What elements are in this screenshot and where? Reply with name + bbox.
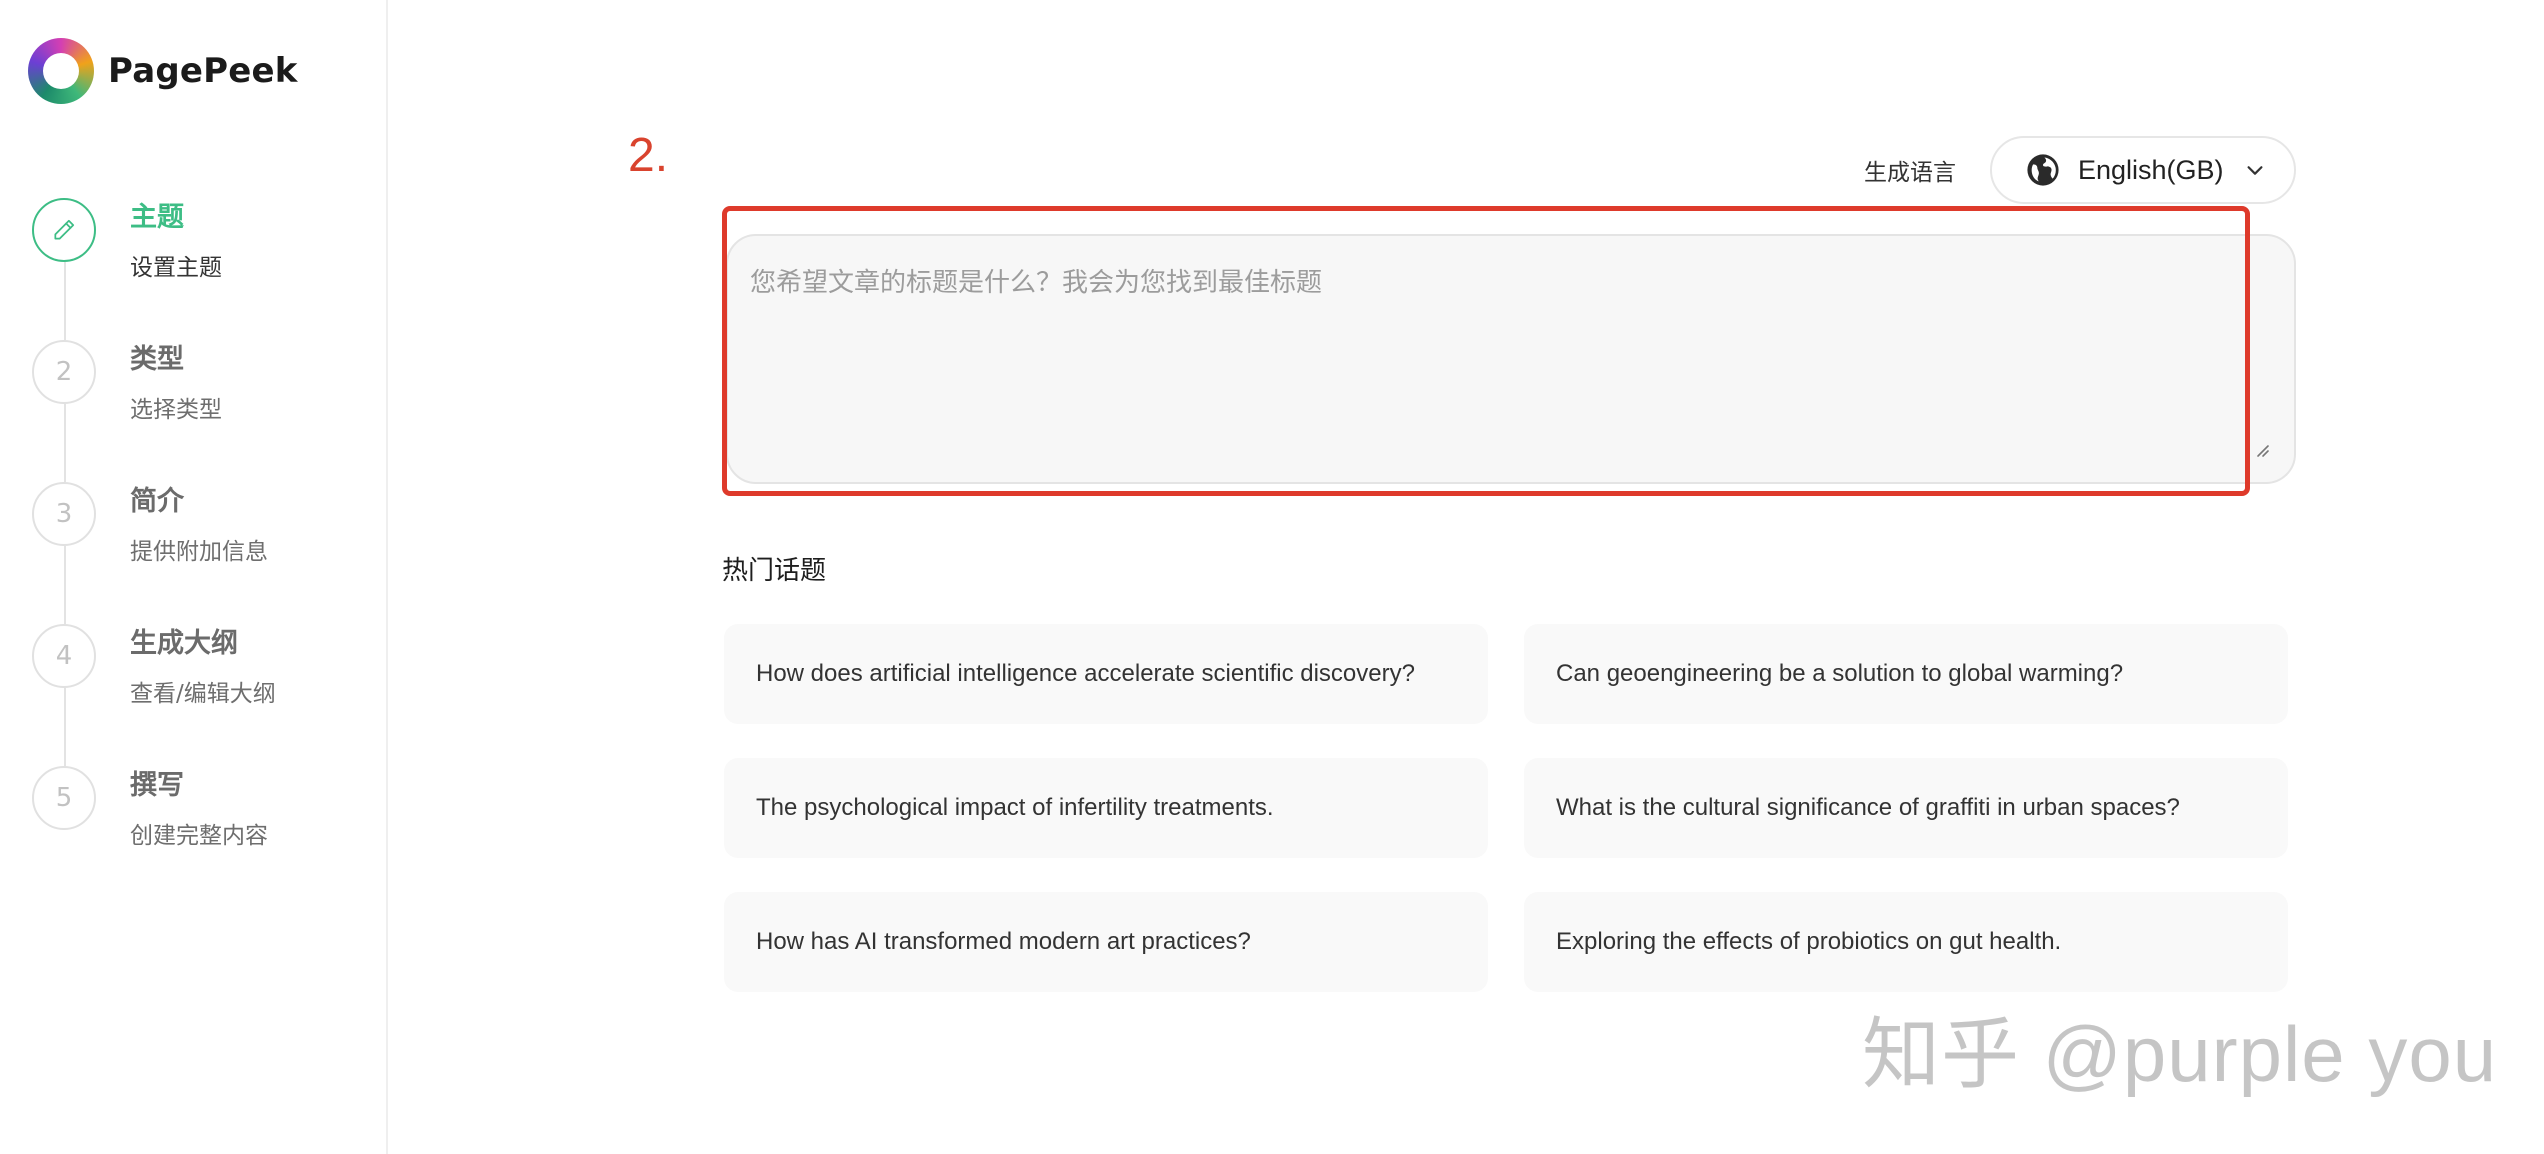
brand[interactable]: PagePeek bbox=[28, 38, 298, 104]
step-number: 5 bbox=[32, 766, 96, 830]
step-title: 主题 bbox=[130, 202, 184, 233]
language-value: English(GB) bbox=[2078, 154, 2224, 185]
step-connector bbox=[64, 688, 66, 766]
step-number: 4 bbox=[32, 624, 96, 688]
step-number: 3 bbox=[32, 482, 96, 546]
topic-input[interactable] bbox=[728, 236, 2294, 482]
hot-topic-card[interactable]: What is the cultural significance of gra… bbox=[1524, 758, 2288, 858]
language-label: 生成语言 bbox=[1864, 160, 1956, 186]
step-title: 类型 bbox=[130, 344, 184, 375]
hot-topics-title: 热门话题 bbox=[722, 556, 827, 586]
hot-topic-card[interactable]: Can geoengineering be a solution to glob… bbox=[1524, 624, 2288, 724]
hot-topic-card[interactable]: Exploring the effects of probiotics on g… bbox=[1524, 892, 2288, 992]
pagepeek-logo-icon bbox=[28, 38, 94, 104]
step-connector bbox=[64, 262, 66, 340]
pencil-icon bbox=[54, 219, 75, 240]
globe-icon bbox=[2027, 154, 2059, 186]
topic-input-container bbox=[726, 234, 2296, 484]
hot-topic-text: Can geoengineering be a solution to glob… bbox=[1556, 660, 2124, 687]
step-title: 撰写 bbox=[130, 770, 184, 801]
hot-topic-card[interactable]: The psychological impact of infertility … bbox=[724, 758, 1488, 858]
step-connector bbox=[64, 404, 66, 482]
step-subtitle: 设置主题 bbox=[130, 255, 222, 281]
hot-topic-card[interactable]: How has AI transformed modern art practi… bbox=[724, 892, 1488, 992]
step-subtitle: 选择类型 bbox=[130, 397, 222, 423]
step-outline[interactable]: 4 生成大纲 查看/编辑大纲 bbox=[32, 624, 276, 766]
chevron-down-icon bbox=[2247, 166, 2263, 175]
language-select[interactable]: English(GB) bbox=[1990, 136, 2296, 204]
step-write[interactable]: 5 撰写 创建完整内容 bbox=[32, 766, 276, 866]
watermark: 知乎 @purple you bbox=[1862, 1010, 2498, 1098]
hot-topic-text: Exploring the effects of probiotics on g… bbox=[1556, 928, 2062, 955]
hot-topic-text: How does artificial intelligence acceler… bbox=[756, 660, 1415, 687]
step-circle bbox=[32, 198, 96, 262]
hot-topic-text: What is the cultural significance of gra… bbox=[1556, 794, 2180, 821]
hot-topic-text: The psychological impact of infertility … bbox=[756, 794, 1274, 821]
resize-handle-icon[interactable] bbox=[2252, 440, 2270, 458]
hot-topic-text: How has AI transformed modern art practi… bbox=[756, 928, 1251, 955]
language-row: 生成语言 English(GB) bbox=[1864, 136, 2296, 204]
step-title: 简介 bbox=[130, 486, 184, 517]
sidebar: PagePeek 主题 设置主题 2 类型 选择类型 3 简介 提供附加信息 4… bbox=[0, 0, 388, 1154]
step-title: 生成大纲 bbox=[130, 628, 238, 659]
step-topic[interactable]: 主题 设置主题 bbox=[32, 198, 276, 340]
step-subtitle: 创建完整内容 bbox=[130, 823, 268, 849]
hot-topics-grid: How does artificial intelligence acceler… bbox=[724, 624, 2290, 992]
step-number: 2 bbox=[32, 340, 96, 404]
brand-name: PagePeek bbox=[108, 51, 298, 91]
step-type[interactable]: 2 类型 选择类型 bbox=[32, 340, 276, 482]
step-subtitle: 提供附加信息 bbox=[130, 539, 268, 565]
step-connector bbox=[64, 546, 66, 624]
step-list: 主题 设置主题 2 类型 选择类型 3 简介 提供附加信息 4 生成大纲 查看/… bbox=[32, 198, 276, 866]
hot-topic-card[interactable]: How does artificial intelligence acceler… bbox=[724, 624, 1488, 724]
step-subtitle: 查看/编辑大纲 bbox=[130, 681, 276, 707]
step-summary[interactable]: 3 简介 提供附加信息 bbox=[32, 482, 276, 624]
annotation-number: 2. bbox=[628, 129, 669, 182]
